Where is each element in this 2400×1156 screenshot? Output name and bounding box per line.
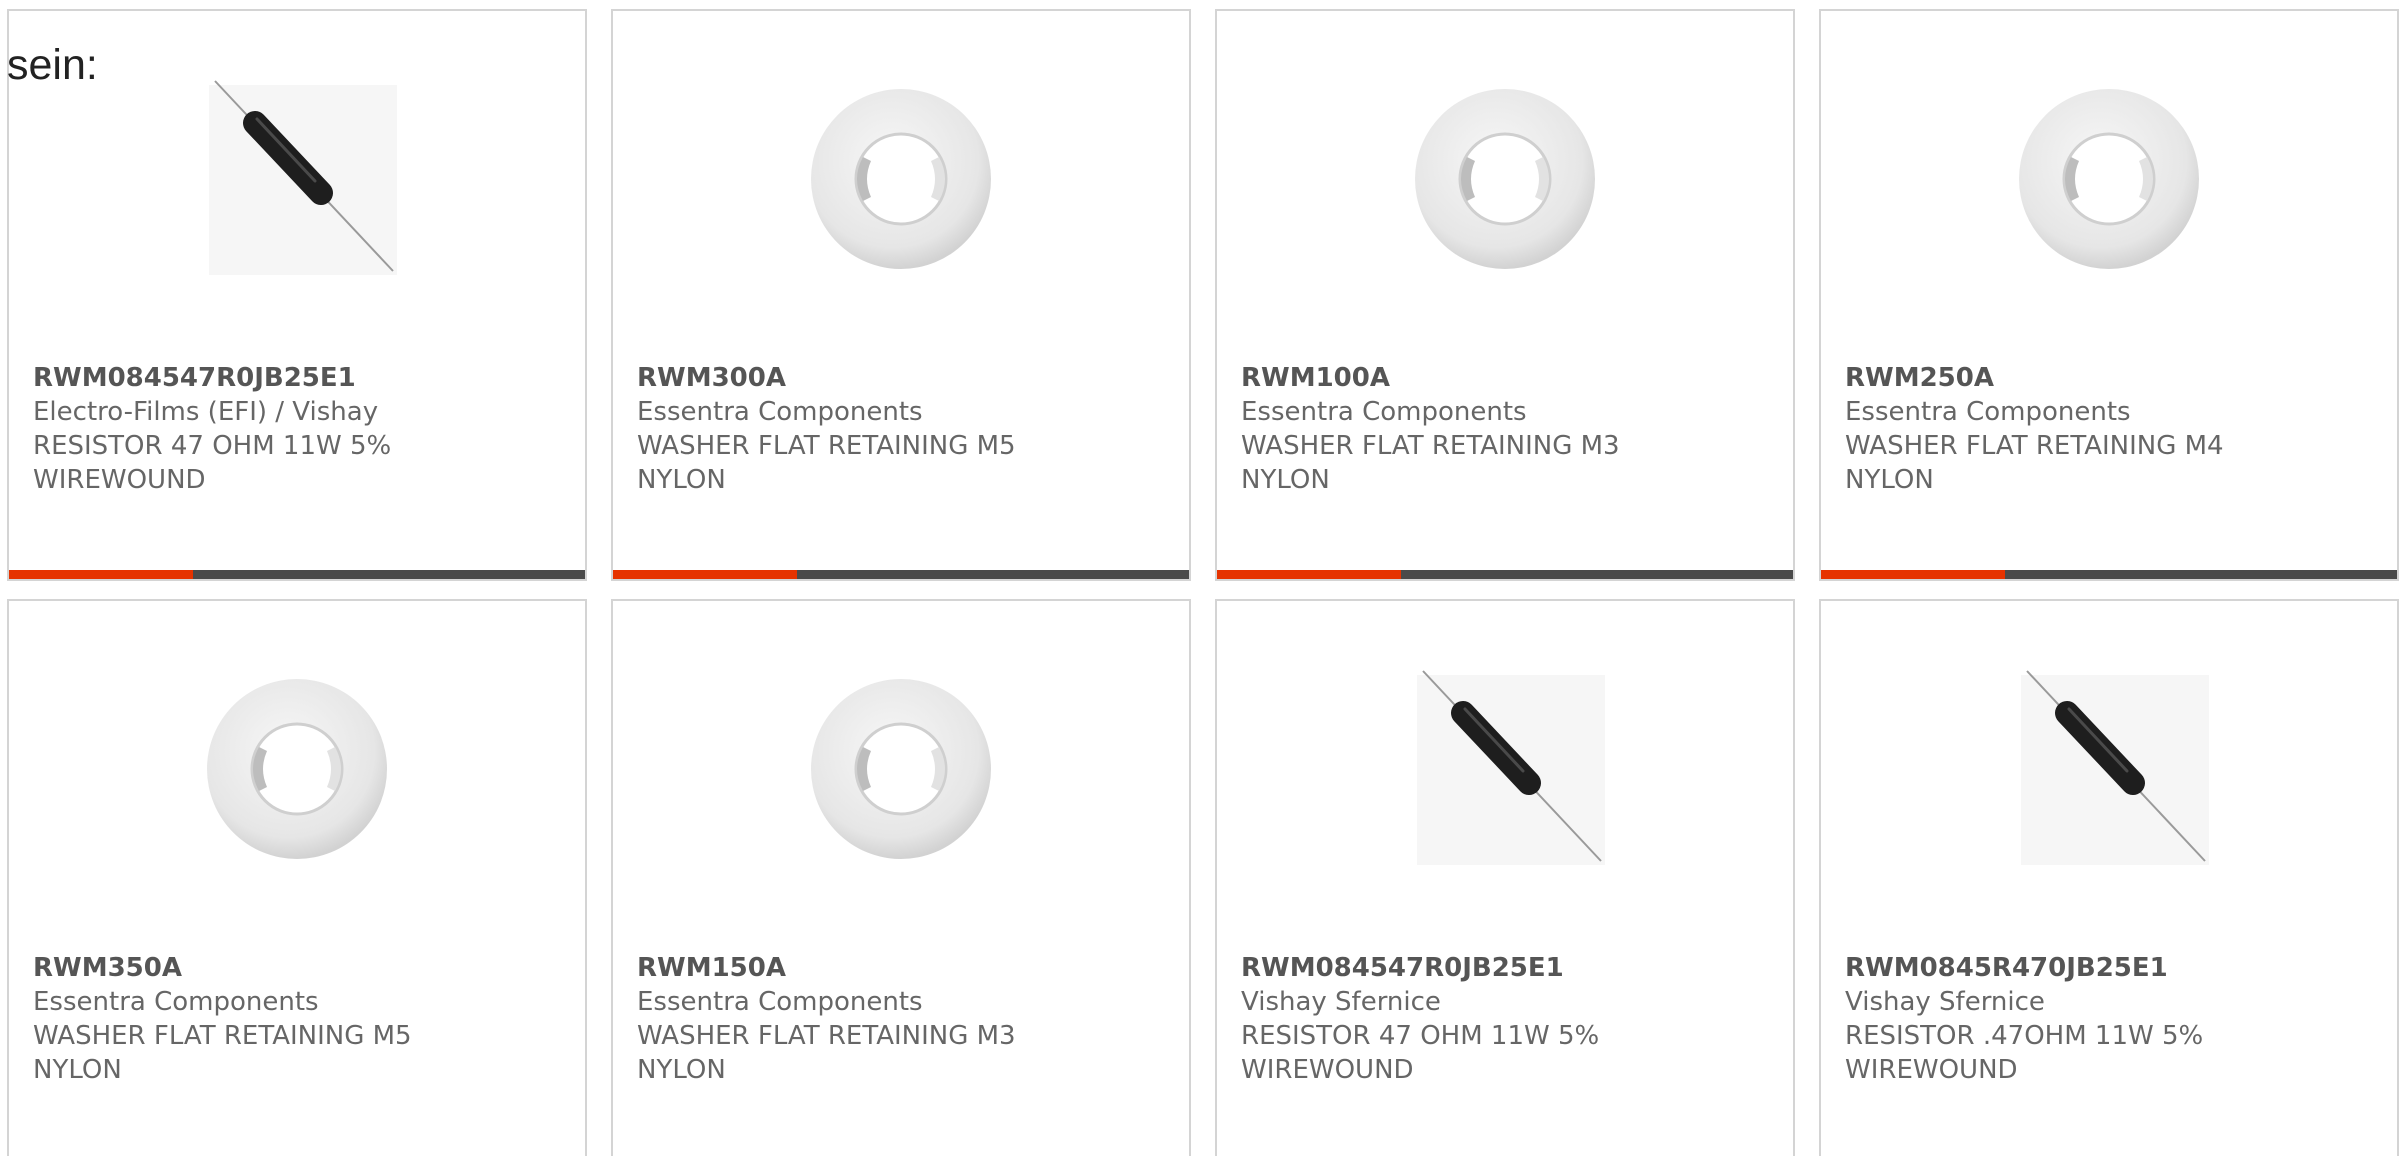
description: NYLON xyxy=(33,1055,122,1085)
intro-text: sein: xyxy=(7,41,98,89)
progress-bar xyxy=(1217,570,1793,579)
manufacturer: Essentra Components xyxy=(637,987,923,1017)
part-number[interactable]: RWM084547R0JB25E1 xyxy=(1241,951,1769,985)
product-image[interactable] xyxy=(613,79,1189,279)
product-image[interactable] xyxy=(9,669,585,869)
progress-bar-fill xyxy=(1217,570,1402,579)
washer-hole xyxy=(854,722,948,816)
part-number[interactable]: RWM084547R0JB25E1 xyxy=(33,361,561,395)
description: NYLON xyxy=(637,1055,726,1085)
product-card[interactable]: RWM0845R470JB25E1 Vishay Sfernice RESIST… xyxy=(1819,599,2399,1156)
washer-image xyxy=(207,679,387,859)
product-card[interactable]: RWM150A Essentra Components WASHER FLAT … xyxy=(611,599,1191,1156)
progress-bar-fill xyxy=(1821,570,2006,579)
part-number[interactable]: RWM100A xyxy=(1241,361,1769,395)
description: WASHER FLAT RETAINING M3 xyxy=(1241,431,1620,461)
description: NYLON xyxy=(1241,465,1330,495)
description: RESISTOR 47 OHM 11W 5% xyxy=(1241,1021,1600,1051)
product-card[interactable]: RWM100A Essentra Components WASHER FLAT … xyxy=(1215,9,1795,581)
progress-bar xyxy=(613,570,1189,579)
progress-bar-fill xyxy=(613,570,798,579)
manufacturer: Vishay Sfernice xyxy=(1845,987,2045,1017)
part-number[interactable]: RWM0845R470JB25E1 xyxy=(1845,951,2373,985)
description: WIREWOUND xyxy=(1845,1055,2018,1085)
manufacturer: Essentra Components xyxy=(33,987,319,1017)
product-image[interactable] xyxy=(613,669,1189,869)
washer-image xyxy=(811,89,991,269)
product-card[interactable]: RWM350A Essentra Components WASHER FLAT … xyxy=(7,599,587,1156)
description: RESISTOR 47 OHM 11W 5% xyxy=(33,431,392,461)
product-card[interactable]: RWM084547R0JB25E1 Vishay Sfernice RESIST… xyxy=(1215,599,1795,1156)
product-image[interactable] xyxy=(9,79,585,279)
washer-image xyxy=(1415,89,1595,269)
resistor-image xyxy=(209,80,397,275)
manufacturer: Vishay Sfernice xyxy=(1241,987,1441,1017)
part-number[interactable]: RWM150A xyxy=(637,951,1165,985)
description: RESISTOR .47OHM 11W 5% xyxy=(1845,1021,2204,1051)
progress-bar-fill xyxy=(9,570,194,579)
washer-hole xyxy=(1458,132,1552,226)
product-grid-page: sein: RWM084547R0JB25E1 Electro-Films (E… xyxy=(0,0,2400,1156)
description: NYLON xyxy=(637,465,726,495)
progress-bar xyxy=(9,570,585,579)
washer-image xyxy=(2019,89,2199,269)
washer-image xyxy=(811,679,991,859)
part-number[interactable]: RWM250A xyxy=(1845,361,2373,395)
washer-hole xyxy=(2062,132,2156,226)
washer-hole xyxy=(250,722,344,816)
manufacturer: Essentra Components xyxy=(1241,397,1527,427)
product-image[interactable] xyxy=(1217,669,1793,869)
manufacturer: Essentra Components xyxy=(637,397,923,427)
resistor-image xyxy=(2021,670,2209,865)
resistor-image xyxy=(1417,670,1605,865)
washer-hole xyxy=(854,132,948,226)
manufacturer: Essentra Components xyxy=(1845,397,2131,427)
part-number[interactable]: RWM350A xyxy=(33,951,561,985)
description: NYLON xyxy=(1845,465,1934,495)
progress-bar xyxy=(1821,570,2397,579)
description: WASHER FLAT RETAINING M4 xyxy=(1845,431,2224,461)
product-image[interactable] xyxy=(1217,79,1793,279)
description: WASHER FLAT RETAINING M3 xyxy=(637,1021,1016,1051)
description: WASHER FLAT RETAINING M5 xyxy=(637,431,1016,461)
product-card[interactable]: RWM084547R0JB25E1 Electro-Films (EFI) / … xyxy=(7,9,587,581)
description: WIREWOUND xyxy=(33,465,206,495)
product-card[interactable]: RWM300A Essentra Components WASHER FLAT … xyxy=(611,9,1191,581)
description: WASHER FLAT RETAINING M5 xyxy=(33,1021,412,1051)
part-number[interactable]: RWM300A xyxy=(637,361,1165,395)
product-image[interactable] xyxy=(1821,669,2397,869)
description: WIREWOUND xyxy=(1241,1055,1414,1085)
product-image[interactable] xyxy=(1821,79,2397,279)
manufacturer: Electro-Films (EFI) / Vishay xyxy=(33,397,379,427)
product-card[interactable]: RWM250A Essentra Components WASHER FLAT … xyxy=(1819,9,2399,581)
